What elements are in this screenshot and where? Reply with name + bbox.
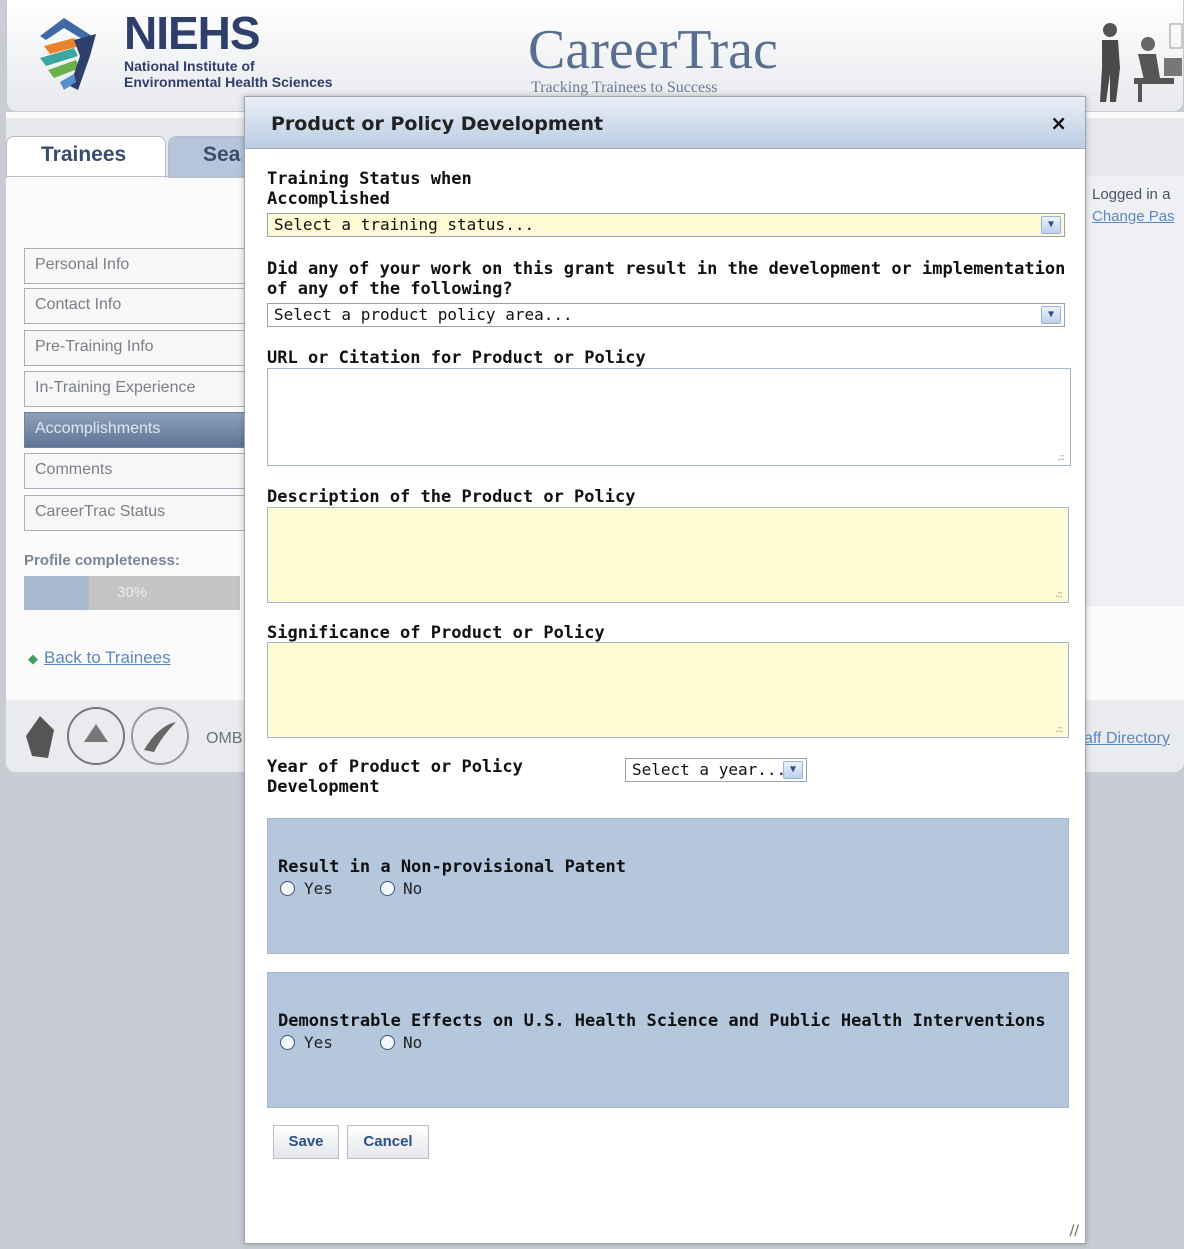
textarea-resize-icon: .:: xyxy=(1055,589,1063,600)
tab-trainees[interactable]: Trainees xyxy=(6,136,166,178)
niehs-logo-icon xyxy=(40,18,96,90)
back-to-trainees-label: Back to Trainees xyxy=(44,648,171,667)
patent-label: Result in a Non-provisional Patent xyxy=(278,857,626,877)
year-select[interactable]: Select a year... ▼ xyxy=(625,758,807,782)
textarea-resize-icon: .:: xyxy=(1057,452,1065,463)
year-label: Year of Product or Policy Development xyxy=(267,757,523,797)
sidebar-item-personal-info[interactable]: Personal Info xyxy=(24,248,264,284)
save-button[interactable]: Save xyxy=(273,1125,339,1159)
profile-progress-text: 30% xyxy=(116,584,148,601)
org-name-line2: Environmental Health Sciences xyxy=(124,74,333,90)
dialog-resize-icon[interactable]: // xyxy=(1070,1223,1079,1239)
profile-completeness-label: Profile completeness: xyxy=(24,552,180,569)
product-area-label: Did any of your work on this grant resul… xyxy=(267,259,1065,299)
description-label: Description of the Product or Policy xyxy=(267,487,636,507)
significance-textarea[interactable]: .:: xyxy=(267,642,1069,738)
profile-progress-bar: 30% xyxy=(24,576,240,610)
significance-label: Significance of Product or Policy xyxy=(267,623,605,643)
sidebar-item-in-training-experience[interactable]: In-Training Experience xyxy=(24,371,264,407)
dialog-titlebar: Product or Policy Development × xyxy=(245,97,1085,149)
sidebar-item-comments[interactable]: Comments xyxy=(24,453,264,489)
logged-in-text: Logged in a xyxy=(1092,186,1171,203)
url-citation-textarea[interactable]: .:: xyxy=(267,368,1071,466)
product-area-select[interactable]: Select a product policy area... ▼ xyxy=(267,303,1065,327)
effects-no-radio[interactable] xyxy=(380,1035,395,1050)
chevron-down-icon: ▼ xyxy=(783,761,803,779)
back-arrow-icon: ◆ xyxy=(28,651,38,666)
year-label-line1: Year of Product or Policy xyxy=(267,757,523,777)
training-status-label-line1: Training Status when xyxy=(267,169,472,189)
sidebar-item-pre-training-info[interactable]: Pre-Training Info xyxy=(24,330,264,366)
training-status-value: Select a training status... xyxy=(274,215,535,234)
product-area-value: Select a product policy area... xyxy=(274,305,573,324)
year-label-line2: Development xyxy=(267,777,380,797)
user-panel xyxy=(1084,176,1184,606)
dialog-title: Product or Policy Development xyxy=(271,113,604,135)
training-status-select[interactable]: Select a training status... ▼ xyxy=(267,213,1065,237)
sidebar-item-accomplishments[interactable]: Accomplishments xyxy=(24,412,264,448)
app-tagline: Tracking Trainees to Success xyxy=(531,79,718,96)
patent-panel: Result in a Non-provisional Patent Yes N… xyxy=(267,818,1069,954)
training-status-label: Training Status when Accomplished xyxy=(267,169,472,209)
app-title: CareerTrac xyxy=(528,19,778,81)
staff-directory-link[interactable]: aff Directory xyxy=(1084,730,1170,748)
org-name: National Institute of Environmental Heal… xyxy=(124,58,333,90)
sidebar-item-careertrac-status[interactable]: CareerTrac Status xyxy=(24,495,264,531)
patent-no-radio[interactable] xyxy=(380,881,395,896)
effects-no-label: No xyxy=(403,1033,423,1052)
cancel-button[interactable]: Cancel xyxy=(347,1125,429,1159)
url-citation-label: URL or Citation for Product or Policy xyxy=(267,348,646,368)
people-illustration-icon xyxy=(1100,23,1183,102)
patent-no-label: No xyxy=(403,879,423,898)
chevron-down-icon: ▼ xyxy=(1041,306,1061,324)
patent-yes-radio[interactable] xyxy=(280,881,295,896)
footer-logos-icon xyxy=(26,707,189,765)
change-password-link[interactable]: Change Pas xyxy=(1092,208,1175,225)
effects-label: Demonstrable Effects on U.S. Health Scie… xyxy=(278,1011,1046,1031)
product-area-label-line1: Did any of your work on this grant resul… xyxy=(267,259,1066,279)
patent-yes-label: Yes xyxy=(304,879,333,898)
close-icon[interactable]: × xyxy=(1050,111,1067,135)
product-area-label-line2: of any of the following? xyxy=(267,279,513,299)
org-name-line1: National Institute of xyxy=(124,58,255,74)
omb-text: OMB xyxy=(206,730,243,747)
effects-panel: Demonstrable Effects on U.S. Health Scie… xyxy=(267,972,1069,1108)
sidebar-item-contact-info[interactable]: Contact Info xyxy=(24,288,264,324)
back-to-trainees-link[interactable]: ◆ Back to Trainees xyxy=(28,648,171,668)
product-policy-dialog: Product or Policy Development × Training… xyxy=(244,96,1086,1244)
effects-yes-label: Yes xyxy=(304,1033,333,1052)
org-abbrev: NIEHS xyxy=(124,7,261,59)
description-textarea[interactable]: .:: xyxy=(267,507,1069,603)
textarea-resize-icon: .:: xyxy=(1055,724,1063,735)
chevron-down-icon: ▼ xyxy=(1041,216,1061,234)
effects-yes-radio[interactable] xyxy=(280,1035,295,1050)
training-status-label-line2: Accomplished xyxy=(267,189,390,209)
year-value: Select a year... xyxy=(632,760,787,779)
